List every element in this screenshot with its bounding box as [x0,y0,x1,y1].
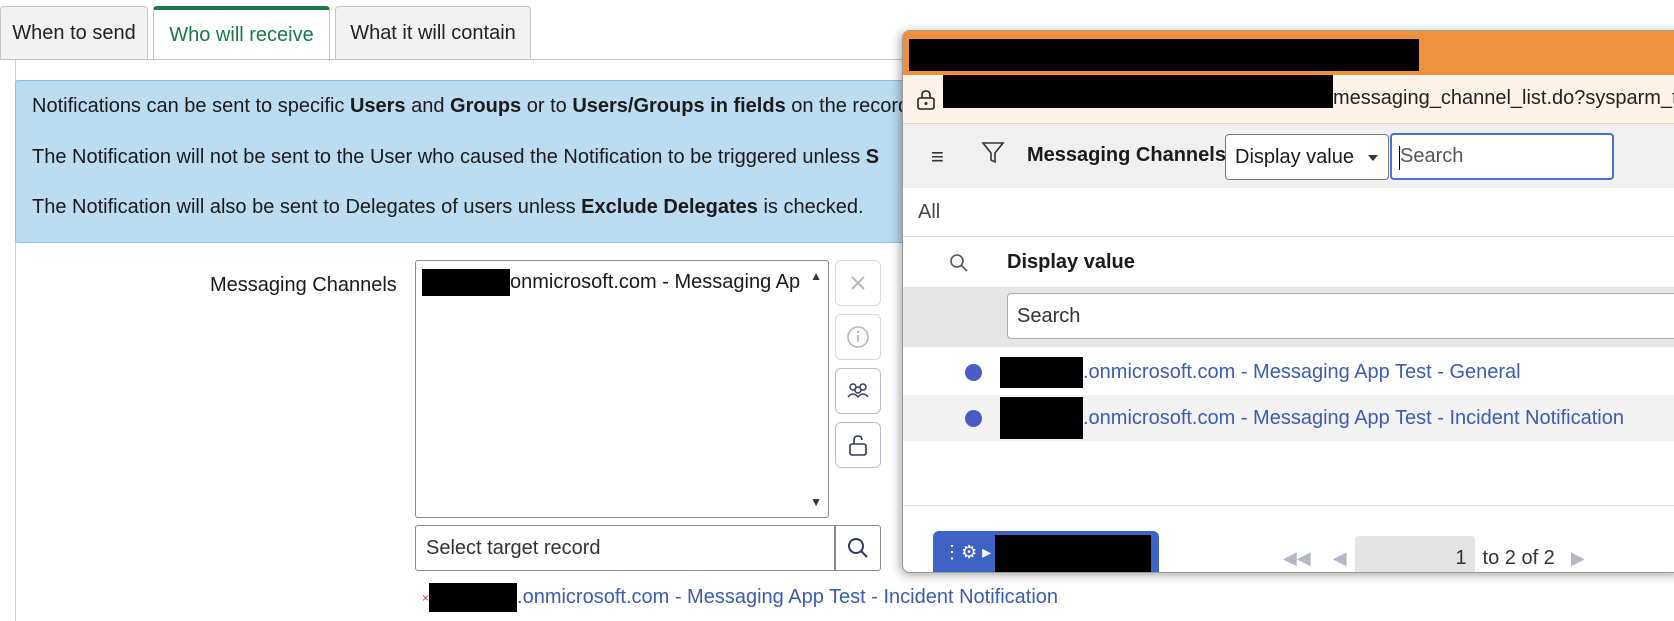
tab-who-will-receive[interactable]: Who will receive [153,6,330,61]
unlock-icon [849,435,867,456]
row-display-link[interactable]: .onmicrosoft.com - Messaging App Test - … [1000,397,1624,439]
list-search-input[interactable]: Search [1390,133,1614,180]
remove-target-icon[interactable]: × [422,591,429,605]
target-record-link[interactable]: × .onmicrosoft.com - Messaging App Test … [422,583,1058,612]
group-lookup-button[interactable] [835,368,881,414]
target-search-button[interactable] [835,525,881,571]
column-filter-row: Search [903,287,1674,347]
context-menu-button[interactable]: ⋮⚙ ▸ [933,531,1159,572]
unlock-button[interactable] [835,422,881,468]
row-status-dot [965,363,982,381]
clear-selection-button[interactable] [835,260,881,306]
info-message-box: Notifications can be sent to specific Us… [15,80,920,243]
page-range-text: to 2 of 2 [1482,546,1555,569]
messaging-channels-listbox[interactable]: onmicrosoft.com - Messaging Ap ▲ ▼ [415,260,829,518]
list-title: Messaging Channels [1027,144,1226,166]
messaging-channels-popup: messaging_channel_list.do?sysparm_t ≡ Me… [902,30,1674,573]
redacted-block [1000,356,1083,388]
row-display-link[interactable]: .onmicrosoft.com - Messaging App Test - … [1000,356,1521,388]
tab-when-to-send[interactable]: When to send [0,6,148,60]
gear-icon: ⋮⚙ ▸ [943,542,992,562]
redacted-block [995,535,1151,572]
pagination: ◀◀ ◀ 1 to 2 of 2 ▶ [1283,536,1585,572]
first-page-icon[interactable]: ◀◀ [1283,548,1311,569]
scroll-down-arrow-icon[interactable]: ▼ [810,495,822,509]
select-target-record-input[interactable]: Select target record [415,525,835,571]
table-row[interactable]: .onmicrosoft.com - Messaging App Test - … [903,395,1674,441]
scroll-up-arrow-icon[interactable]: ▲ [810,269,822,283]
table-row[interactable]: .onmicrosoft.com - Messaging App Test - … [903,349,1674,395]
row-status-dot [965,409,982,427]
popup-url: messaging_channel_list.do?sysparm_t [1333,87,1674,109]
page-number-input[interactable]: 1 [1354,536,1475,572]
popup-address-bar[interactable]: messaging_channel_list.do?sysparm_t [903,75,1674,124]
info-line-3: The Notification will also be sent to De… [32,196,864,218]
column-filter-input[interactable]: Search [1007,293,1674,339]
breadcrumb-all[interactable]: All [918,201,940,224]
previous-page-icon[interactable]: ◀ [1333,548,1347,569]
tab-strip: When to send Who will receive What it wi… [0,6,900,61]
column-search-icon[interactable] [949,253,969,273]
group-icon [847,383,869,399]
list-item[interactable]: onmicrosoft.com - Messaging Ap [422,269,800,296]
redacted-block [429,583,518,612]
messaging-channels-label: Messaging Channels [210,274,397,296]
search-icon [848,538,868,558]
lock-icon [917,90,935,110]
hamburger-menu-icon[interactable]: ≡ [931,144,944,170]
search-field-select[interactable]: Display value [1225,134,1389,180]
redacted-block [1000,397,1083,439]
divider [903,505,1674,506]
info-icon [847,326,869,348]
redacted-block [422,269,510,296]
close-icon [851,276,865,290]
column-header-row: Display value [903,237,1674,287]
filter-funnel-icon[interactable] [981,140,1005,166]
chevron-down-icon [1368,155,1378,161]
info-line-1: Notifications can be sent to specific Us… [32,95,910,117]
redacted-title [909,39,1419,71]
redacted-host [943,75,1333,108]
info-button[interactable] [835,314,881,360]
info-line-2: The Notification will not be sent to the… [32,146,880,168]
popup-titlebar [903,31,1674,75]
column-header-display-value[interactable]: Display value [1007,251,1135,274]
tab-what-it-will-contain[interactable]: What it will contain [335,6,531,60]
next-page-icon[interactable]: ▶ [1571,548,1585,569]
list-toolbar: ≡ Messaging Channels Display value Searc… [903,124,1674,188]
